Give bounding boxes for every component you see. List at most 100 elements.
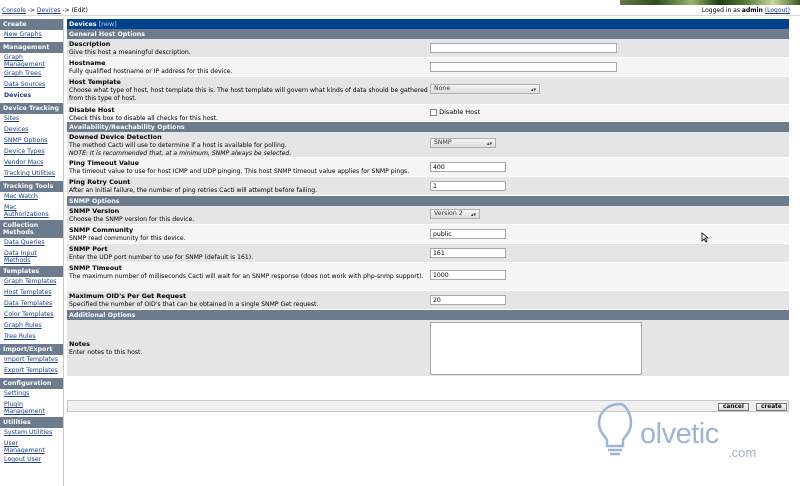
- ping-retry-help: After an initial failure, the number of …: [69, 186, 318, 194]
- hostname-input[interactable]: [430, 62, 617, 72]
- description-help: Give this host a meaningful description.: [69, 48, 191, 56]
- row-hostname: Hostname Fully qualified hostname or IP a…: [67, 58, 789, 77]
- sidebar-section-header: Collection Methods: [0, 220, 63, 238]
- sidebar-item-graph-rules[interactable]: Graph Rules: [0, 321, 63, 332]
- snmp-timeout-input[interactable]: [430, 270, 506, 280]
- row-ping-retry: Ping Retry Count After an initial failure…: [67, 177, 789, 196]
- sidebar-item-plugin-management[interactable]: Plugin Management: [0, 400, 63, 416]
- sidebar-item-settings[interactable]: Settings: [0, 389, 63, 400]
- snmp-port-input[interactable]: [430, 248, 506, 258]
- login-user: admin: [741, 7, 763, 14]
- description-input[interactable]: [430, 43, 617, 53]
- sidebar-item-user-management[interactable]: User Management: [0, 439, 63, 455]
- mouse-cursor-icon: [701, 232, 709, 243]
- sidebar-item-graph-trees[interactable]: Graph Trees: [0, 69, 63, 80]
- breadcrumb-current: (Edit): [71, 7, 88, 14]
- logout-link[interactable]: (Logout): [765, 7, 790, 14]
- sidebar-item-sites[interactable]: Sites: [0, 114, 63, 125]
- breadcrumb-separator: ->: [62, 7, 70, 14]
- device-edit-form: Devices [new] General Host Options Descr…: [67, 19, 789, 377]
- snmp-version-label: SNMP Version: [69, 207, 120, 215]
- disable-host-label: Disable Host: [69, 106, 115, 114]
- form-title-text: Devices: [69, 21, 97, 28]
- ping-timeout-label: Ping Timeout Value: [69, 159, 139, 167]
- sidebar-item-device-types[interactable]: Device Types: [0, 147, 63, 158]
- ping-timeout-input[interactable]: [430, 162, 506, 172]
- select-arrows-icon: ▴▾: [486, 141, 492, 147]
- login-prefix: Logged in as: [701, 7, 740, 14]
- sidebar-item-logout-user[interactable]: Logout User: [0, 455, 63, 466]
- snmp-port-help: Enter the UDP port number to use for SNM…: [69, 253, 254, 261]
- sidebar-section-header: Configuration: [0, 378, 63, 389]
- sidebar-item-mac-watch[interactable]: Mac Watch: [0, 192, 63, 203]
- snmp-community-input[interactable]: [430, 229, 506, 239]
- notes-help: Enter notes to this host.: [69, 348, 143, 356]
- snmp-timeout-label: SNMP Timeout: [69, 264, 122, 272]
- sidebar-item-mac-authorizations[interactable]: Mac Authorizations: [0, 203, 63, 219]
- max-oids-label: Maximum OID's Per Get Request: [69, 292, 187, 300]
- sidebar-section-header: Import/Export: [0, 344, 63, 355]
- breadcrumb-console-link[interactable]: Console: [2, 7, 26, 14]
- notes-textarea[interactable]: [430, 322, 642, 375]
- disable-host-checkbox[interactable]: [430, 108, 437, 116]
- row-snmp-community: SNMP Community SNMP read community for th…: [67, 225, 789, 244]
- snmp-community-label: SNMP Community: [69, 226, 134, 234]
- snmp-version-select[interactable]: Version 2 ▴▾: [430, 209, 480, 219]
- watermark-domain-text: .com: [728, 445, 757, 460]
- sidebar-item-devices[interactable]: Devices: [0, 125, 63, 136]
- watermark-brand-text: olvetic: [640, 418, 719, 450]
- sidebar-item-system-utilities[interactable]: System Utilities: [0, 428, 63, 439]
- row-downed-detection: Downed Device Detection The method Cacti …: [67, 132, 789, 158]
- sidebar-section-header: Device Tracking: [0, 103, 63, 114]
- select-arrows-icon: ▴▾: [470, 212, 476, 218]
- sidebar-item-new-graphs[interactable]: New Graphs: [0, 30, 63, 41]
- row-host-template: Host Template Choose what type of host, h…: [67, 77, 789, 105]
- sidebar-item-graph-management[interactable]: Graph Management: [0, 53, 63, 69]
- snmp-community-help: SNMP read community for this device.: [69, 234, 186, 242]
- section-additional-options: Additional Options: [67, 310, 789, 320]
- breadcrumb: Console -> Devices -> (Edit): [2, 7, 88, 14]
- disable-host-control: Disable Host: [430, 108, 480, 116]
- breadcrumb-devices-link[interactable]: Devices: [37, 7, 61, 14]
- host-template-select[interactable]: None ▴▾: [430, 84, 540, 94]
- downed-detection-help: The method Cacti will use to determine i…: [69, 141, 287, 149]
- ping-retry-label: Ping Retry Count: [69, 178, 131, 186]
- section-snmp-options: SNMP Options: [67, 196, 789, 206]
- sidebar-item-data-input-methods[interactable]: Data Input Methods: [0, 249, 63, 265]
- row-description: Description Give this host a meaningful d…: [67, 39, 789, 58]
- hostname-help: Fully qualified hostname or IP address f…: [69, 67, 233, 75]
- sidebar-item-color-templates[interactable]: Color Templates: [0, 310, 63, 321]
- sidebar-item-import-templates[interactable]: Import Templates: [0, 355, 63, 366]
- sidebar-item-export-templates[interactable]: Export Templates: [0, 366, 63, 377]
- sidebar-item-data-templates[interactable]: Data Templates: [0, 299, 63, 310]
- max-oids-input[interactable]: [430, 295, 506, 305]
- section-availability-options: Availability/Reachability Options: [67, 122, 789, 132]
- sidebar-item-data-sources[interactable]: Data Sources: [0, 80, 63, 91]
- sidebar-item-tree-rules[interactable]: Tree Rules: [0, 332, 63, 343]
- row-disable-host: Disable Host Check this box to disable al…: [67, 105, 789, 122]
- description-label: Description: [69, 40, 111, 48]
- sidebar-item-host-templates[interactable]: Host Templates: [0, 288, 63, 299]
- ping-retry-input[interactable]: [430, 181, 506, 191]
- sidebar-item-graph-templates[interactable]: Graph Templates: [0, 277, 63, 288]
- sidebar-section-header: Templates: [0, 266, 63, 277]
- row-snmp-port: SNMP Port Enter the UDP port number to us…: [67, 244, 789, 263]
- downed-detection-select[interactable]: SNMP ▴▾: [430, 138, 496, 148]
- sidebar-item-devices[interactable]: Devices: [0, 91, 63, 102]
- sidebar-item-data-queries[interactable]: Data Queries: [0, 238, 63, 249]
- sidebar-item-tracking-utilities[interactable]: Tracking Utilities: [0, 169, 63, 180]
- form-title-new: [new]: [98, 21, 117, 28]
- row-max-oids: Maximum OID's Per Get Request Specified t…: [67, 291, 789, 310]
- snmp-port-label: SNMP Port: [69, 245, 108, 253]
- hostname-label: Hostname: [69, 59, 106, 67]
- sidebar-item-snmp-options[interactable]: SNMP Options: [0, 136, 63, 147]
- sidebar-item-vendor-macs[interactable]: Vendor Macs: [0, 158, 63, 169]
- downed-detection-label: Downed Device Detection: [69, 133, 162, 141]
- disable-host-help: Check this box to disable all checks for…: [69, 114, 218, 122]
- row-notes: Notes Enter notes to this host.: [67, 320, 789, 377]
- ping-timeout-help: The timeout value to use for host ICMP a…: [69, 167, 410, 175]
- solvetic-watermark: olvetic .com: [590, 398, 770, 468]
- sidebar-menu: Create New Graphs Management Graph Manageme…: [0, 18, 64, 486]
- downed-detection-note: NOTE: It is recommended that, at a minim…: [69, 149, 292, 157]
- form-title: Devices [new]: [67, 19, 789, 29]
